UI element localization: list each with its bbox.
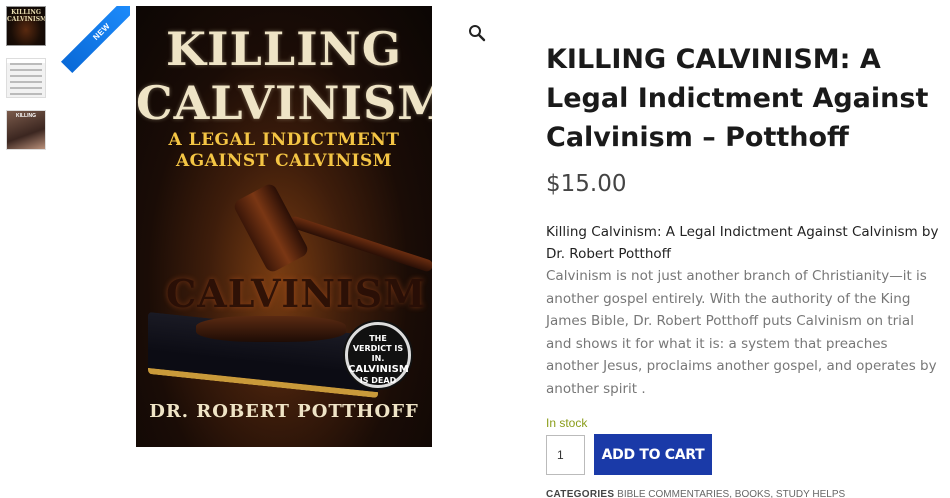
thumbnail-1[interactable]: KILLING CALVINISM [6, 6, 46, 46]
product-title: KILLING CALVINISM: A Legal Indictment Ag… [546, 44, 929, 153]
cover-title-line1: KILLING [165, 22, 403, 76]
seal-line-1: THE [369, 334, 387, 343]
magnifier-icon [469, 25, 486, 42]
categories-links[interactable]: BIBLE COMMENTARIES, BOOKS, STUDY HELPS [617, 489, 845, 498]
categories-label: CATEGORIES [546, 489, 615, 498]
product-summary: KILLING CALVINISM: A Legal Indictment Ag… [546, 40, 941, 498]
thumbnail-title-2: CALVINISM [7, 16, 46, 23]
verdict-seal: THE VERDICT IS IN. CALVINISM IS DEAD [345, 322, 411, 388]
stock-status: In stock [546, 416, 588, 430]
product-categories: CATEGORIES BIBLE COMMENTARIES, BOOKS, ST… [546, 489, 941, 498]
thumbnail-text-page-image [7, 63, 45, 97]
thumbnail-photo-image: KILLING [7, 111, 45, 149]
thumbnail-2[interactable] [6, 58, 46, 98]
thumbnail-cover-image: KILLING CALVINISM [7, 7, 45, 45]
gallery-thumbnails: KILLING CALVINISM KILLING [6, 6, 46, 162]
product-main-image[interactable]: KILLING CALVINISM A LEGAL INDICTMENT AGA… [136, 6, 432, 447]
cover-background-word: CALVINISM [166, 271, 427, 316]
new-badge-wrap: NEW [60, 6, 130, 76]
new-badge: NEW [60, 6, 130, 74]
description-heading: Killing Calvinism: A Legal Indictment Ag… [546, 224, 939, 262]
cover-subtitle-line1: A LEGAL INDICTMENT [168, 130, 400, 150]
product-price: $15.00 [546, 171, 627, 197]
seal-line-4: IS DEAD [359, 376, 397, 385]
cover-author: DR. ROBERT POTTHOFF [149, 401, 419, 422]
thumbnail-photo-title: KILLING [16, 113, 36, 119]
seal-line-2: VERDICT IS IN. [352, 344, 404, 363]
description-body: Calvinism is not just another branch of … [546, 268, 937, 397]
add-to-cart-button[interactable]: ADD TO CART [594, 434, 712, 475]
quantity-input[interactable] [546, 434, 585, 475]
gavel-block-graphic [196, 316, 346, 342]
seal-line-3: CALVINISM [348, 364, 409, 375]
cover-subtitle-line2: AGAINST CALVINISM [175, 151, 393, 171]
cover-title-line2: CALVINISM [136, 76, 432, 130]
gavel-handle-graphic [287, 215, 432, 273]
thumbnail-3[interactable]: KILLING [6, 110, 46, 150]
thumbnail-title-1: KILLING [11, 9, 41, 16]
zoom-icon[interactable] [468, 24, 486, 42]
add-to-cart-form: ADD TO CART [546, 434, 941, 475]
